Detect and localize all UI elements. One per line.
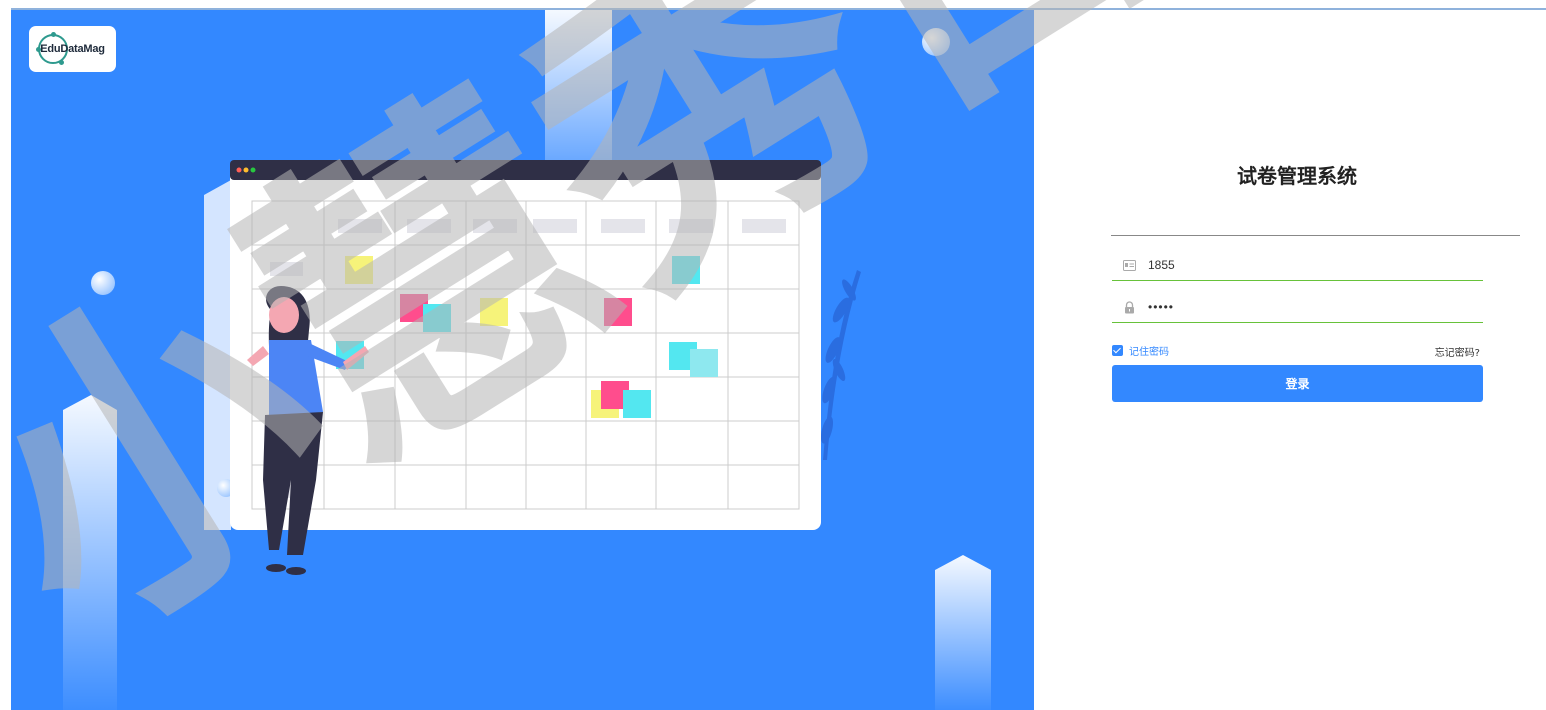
window-maximize-dot	[250, 167, 256, 173]
remember-password[interactable]: 记住密码	[1112, 343, 1169, 358]
id-card-icon	[1123, 260, 1136, 271]
brand-logo: EduDataMag	[29, 26, 116, 72]
login-page: EduDataMag 试卷管理系统 记住密码 忘记密码? 登录 小慧秀日教	[0, 0, 1546, 710]
forgot-password-link[interactable]: 忘记密码?	[1400, 344, 1480, 359]
logo-text: EduDataMag	[40, 43, 105, 55]
logo-node-icon	[51, 32, 56, 37]
decor-sphere-top	[922, 28, 950, 56]
login-button[interactable]: 登录	[1112, 365, 1483, 402]
window-titlebar	[230, 160, 821, 180]
username-input[interactable]	[1148, 255, 1468, 275]
hero-illustration-panel	[11, 10, 1034, 710]
window-close-dot	[236, 167, 242, 173]
remember-label: 记住密码	[1129, 347, 1169, 358]
checkbox-checked-icon[interactable]	[1112, 345, 1123, 356]
plant-decoration	[820, 270, 861, 460]
system-title: 试卷管理系统	[1237, 164, 1357, 188]
decor-pillar-board	[204, 180, 231, 530]
password-field[interactable]	[1112, 293, 1483, 323]
logo-node-icon	[59, 60, 64, 65]
decor-pillar-bottom-right	[935, 555, 991, 710]
left-edge	[0, 0, 11, 710]
password-input[interactable]	[1148, 297, 1468, 317]
decor-pillar-left	[63, 395, 117, 710]
lock-icon	[1125, 301, 1134, 314]
title-divider	[1111, 235, 1520, 236]
decor-sphere-left	[91, 271, 115, 295]
calendar-window	[230, 160, 821, 530]
hero-illustration	[63, 10, 991, 710]
window-minimize-dot	[243, 167, 249, 173]
login-panel	[1034, 10, 1546, 710]
username-field[interactable]	[1112, 251, 1483, 281]
